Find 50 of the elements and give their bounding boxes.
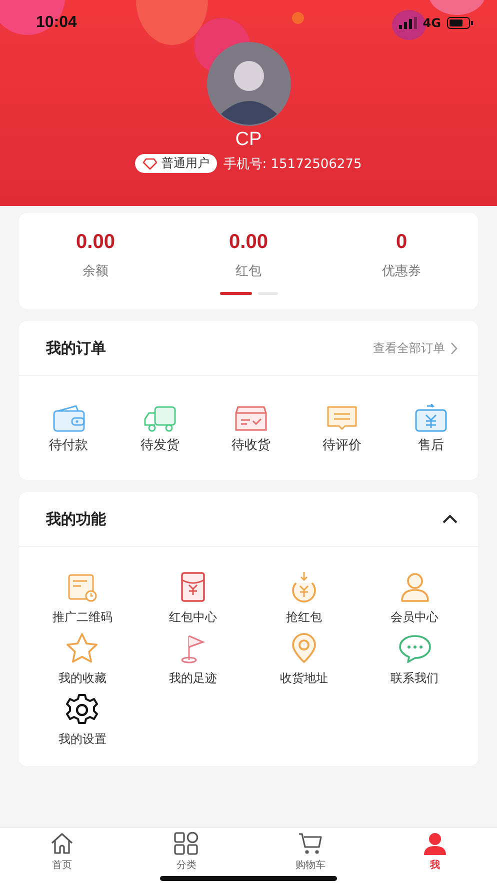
amount-label: 余额 (82, 263, 108, 280)
function-item[interactable]: 会员中心 (359, 571, 470, 626)
view-all-link[interactable]: 查看全部订单 (373, 340, 458, 356)
order-status-item[interactable]: 待发货 (140, 404, 180, 454)
page-indicator[interactable] (220, 292, 252, 295)
tab[interactable]: 首页 (0, 828, 124, 883)
network-label: 4G (422, 16, 441, 30)
tab[interactable]: 分类 (124, 828, 248, 883)
amount-label: 优惠券 (382, 263, 421, 280)
settings-icon (65, 693, 100, 727)
function-item[interactable]: 抢红包 (248, 571, 360, 626)
order-status-item[interactable]: 待评价 (322, 404, 362, 454)
signal-icon (398, 17, 417, 29)
user-name: CP (235, 129, 262, 151)
function-item[interactable]: 我的足迹 (138, 632, 248, 687)
cart-icon (298, 831, 324, 857)
section-title: 我的订单 (46, 338, 106, 358)
chat-icon (398, 632, 432, 666)
section-title: 我的功能 (46, 510, 106, 528)
clock-time: 10:04 (36, 14, 77, 32)
function-item[interactable]: 红包中心 (138, 571, 248, 626)
order-status-item[interactable]: 售后 (414, 404, 448, 454)
avatar[interactable] (206, 42, 290, 126)
bubble (292, 12, 304, 24)
amount-label: 红包 (236, 263, 262, 280)
wallet-icon (52, 404, 86, 433)
box-icon (234, 404, 268, 433)
yuan-card-icon (414, 404, 448, 433)
function-item[interactable]: 推广二维码 (27, 571, 138, 626)
order-status-item[interactable]: 待收货 (231, 404, 270, 454)
function-item[interactable]: 我的收藏 (27, 632, 138, 687)
person-icon (422, 831, 448, 857)
grid-icon (173, 831, 200, 857)
home-icon (49, 831, 76, 857)
function-item[interactable]: 我的设置 (27, 693, 138, 748)
function-item[interactable]: 收货地址 (248, 632, 360, 687)
diamond-icon (143, 158, 158, 170)
amount-value: 0.00 (76, 230, 115, 255)
chevron-up-icon[interactable] (442, 514, 458, 524)
amount-value: 0.00 (229, 230, 268, 255)
badge-label: 普通用户 (161, 155, 210, 172)
chevron-right-icon (450, 342, 458, 354)
tab[interactable]: 购物车 (248, 828, 373, 883)
amount-value: 0 (396, 230, 408, 255)
function-item[interactable]: 联系我们 (359, 632, 470, 687)
battery-icon (447, 17, 473, 29)
order-status-item[interactable]: 待付款 (49, 404, 88, 454)
phone-number: 手机号: 15172506275 (223, 156, 362, 172)
truck-icon (142, 404, 177, 433)
tab[interactable]: 我 (372, 828, 497, 883)
